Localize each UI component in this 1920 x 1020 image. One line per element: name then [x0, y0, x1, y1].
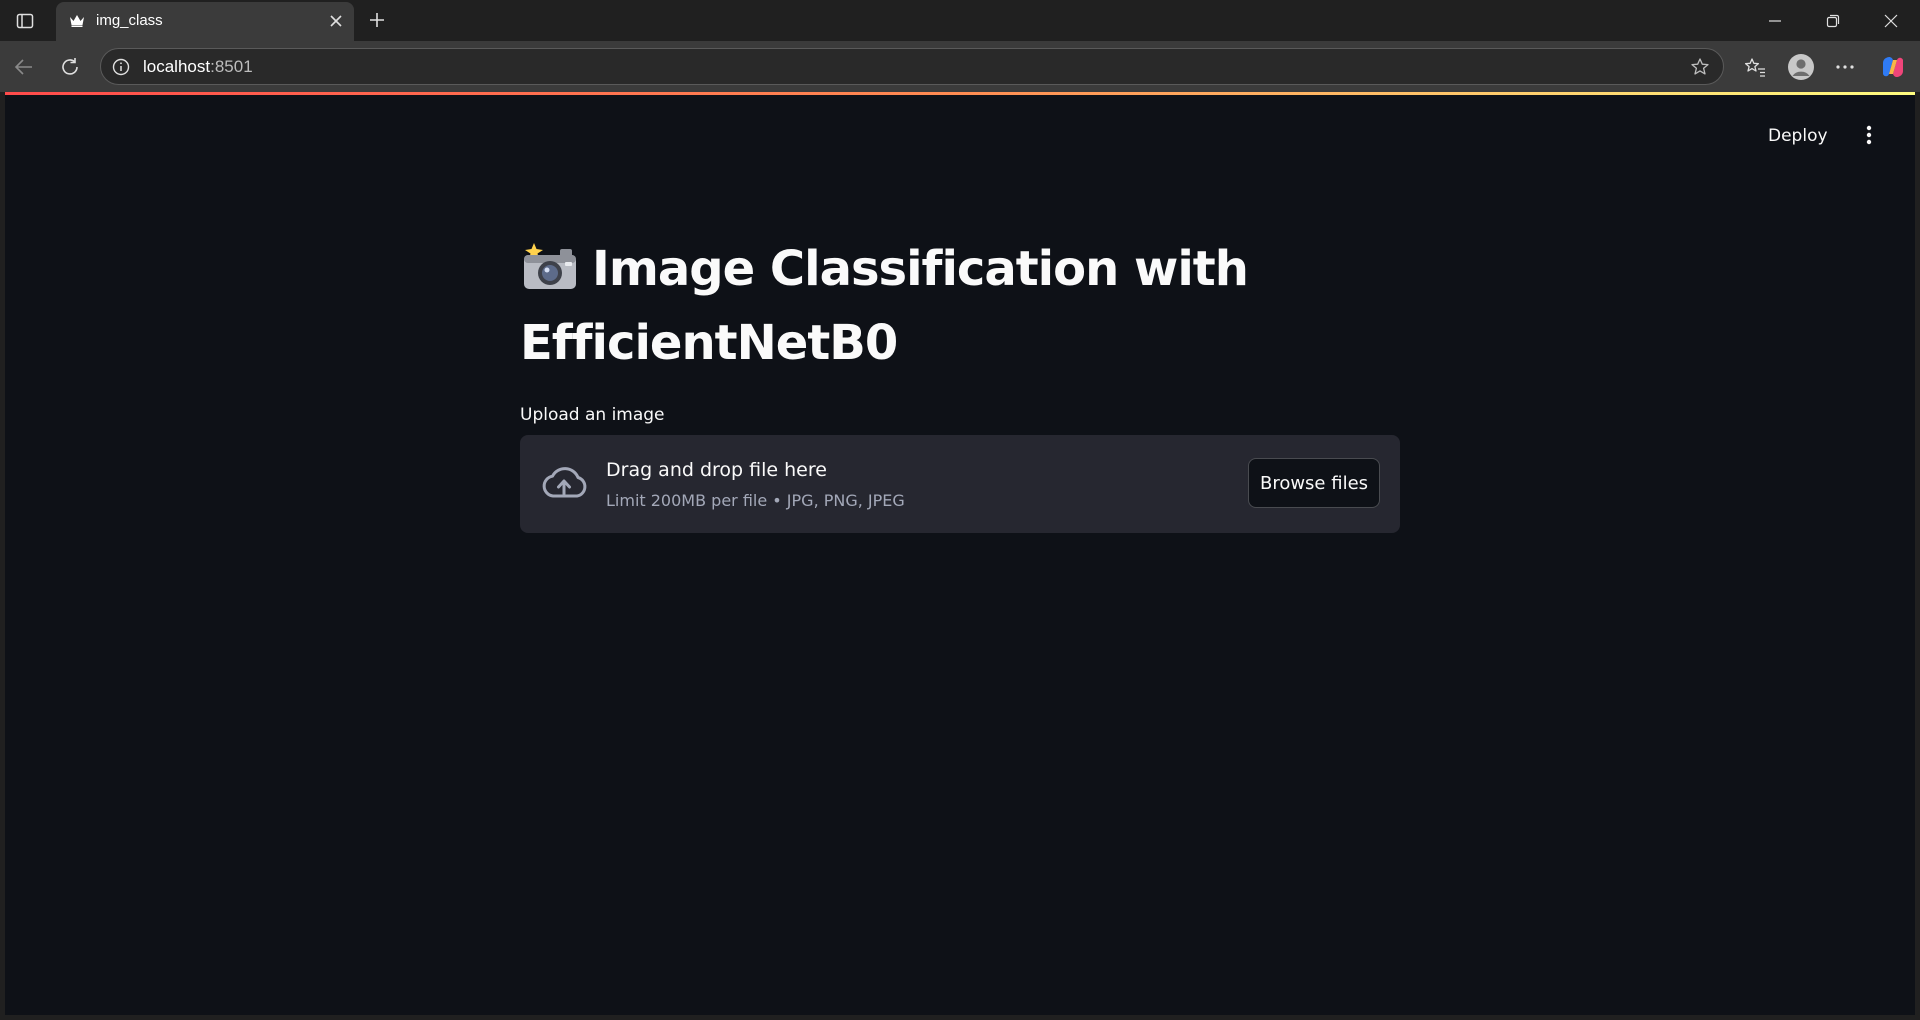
- close-window-icon[interactable]: [1862, 0, 1920, 41]
- deploy-button[interactable]: Deploy: [1768, 126, 1828, 146]
- main-content: Image Classification with EfficientNetB0…: [520, 235, 1400, 533]
- info-icon[interactable]: [111, 57, 131, 77]
- close-icon[interactable]: [326, 11, 346, 31]
- browser-tab[interactable]: img_class: [56, 2, 354, 41]
- app-viewport: Deploy Image Classification with Efficie…: [5, 95, 1915, 1015]
- browser-toolbar: localhost:8501: [0, 41, 1920, 92]
- restore-icon[interactable]: [1804, 0, 1862, 41]
- page-title: Image Classification with EfficientNetB0: [520, 235, 1400, 377]
- file-dropzone[interactable]: Drag and drop file here Limit 200MB per …: [520, 435, 1400, 533]
- copilot-icon[interactable]: [1879, 53, 1907, 81]
- browser-tab-bar: img_class: [0, 0, 1920, 41]
- streamlit-crown-icon: [68, 12, 86, 30]
- url-port: :8501: [210, 57, 253, 76]
- camera-with-flash-icon: [520, 241, 578, 309]
- page-title-text: Image Classification with EfficientNetB0: [520, 241, 1249, 371]
- minimize-icon[interactable]: [1746, 0, 1804, 41]
- more-horizontal-icon[interactable]: [1831, 53, 1859, 81]
- back-arrow-icon[interactable]: [10, 53, 38, 81]
- dropzone-instructions: Drag and drop file here: [606, 459, 827, 481]
- dropzone-limit-text: Limit 200MB per file • JPG, PNG, JPEG: [606, 491, 905, 510]
- cloud-upload-icon: [540, 463, 588, 503]
- url-text: localhost:8501: [143, 57, 253, 77]
- upload-label: Upload an image: [520, 405, 665, 425]
- url-host: localhost: [143, 57, 211, 76]
- star-icon[interactable]: [1689, 56, 1711, 78]
- reload-icon[interactable]: [56, 53, 84, 81]
- favorites-icon[interactable]: [1741, 53, 1769, 81]
- tab-title: img_class: [96, 12, 163, 29]
- address-bar[interactable]: localhost:8501: [100, 48, 1724, 85]
- vertical-dots-menu-icon[interactable]: [1857, 123, 1881, 147]
- sidebar-toggle-icon[interactable]: [14, 10, 36, 32]
- plus-icon[interactable]: [365, 8, 389, 32]
- browse-files-button[interactable]: Browse files: [1248, 458, 1380, 508]
- profile-icon[interactable]: [1786, 52, 1816, 82]
